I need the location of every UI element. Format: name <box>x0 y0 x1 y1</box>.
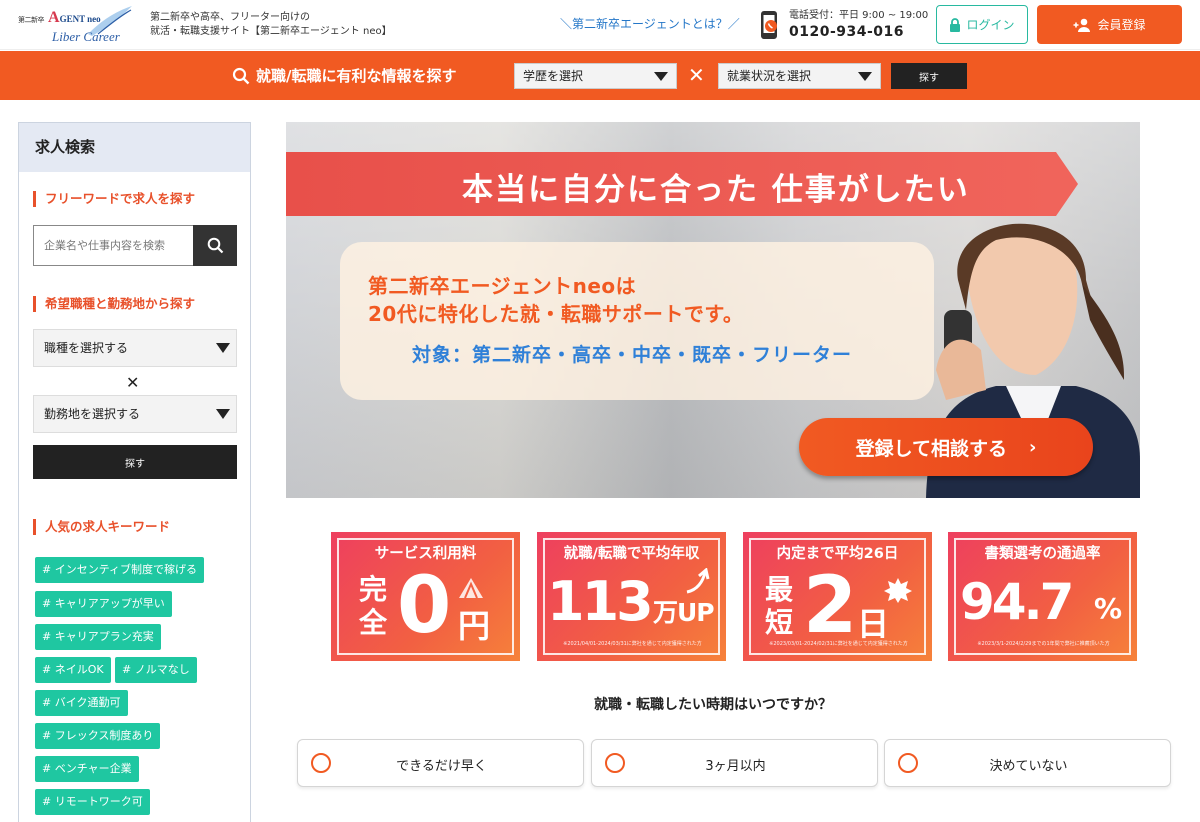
chevron-right-icon: › <box>1029 436 1037 458</box>
timing-option-undecided[interactable]: 決めていない <box>884 739 1171 787</box>
stat-unit: % <box>1094 592 1123 625</box>
stat-free-service: サービス利用料 完 全 0 円 <box>331 532 520 661</box>
chevron-down-icon <box>654 72 668 81</box>
register-consult-button[interactable]: 登録して相談する › <box>799 418 1093 476</box>
lock-icon <box>950 17 961 32</box>
keyword-tag[interactable]: # リモートワーク可 <box>35 789 150 815</box>
stat-value: 2 <box>803 561 858 651</box>
add-user-icon <box>1073 18 1091 32</box>
keyword-search-button[interactable] <box>193 225 237 266</box>
stat-heading: 就職/転職で平均年収 <box>563 546 700 562</box>
popular-keywords-heading: 人気の求人キーワード <box>33 519 170 535</box>
option-label: 決めていない <box>989 759 1068 774</box>
stat-value: 113 <box>547 570 654 633</box>
job-type-select[interactable]: 職種を選択する <box>33 329 237 367</box>
job-location-heading: 希望職種と勤務地から探す <box>33 296 195 312</box>
login-label: ログイン <box>966 18 1015 32</box>
burst-icon <box>884 578 912 603</box>
hero-line-1: 第二新卒エージェントneoは <box>368 274 637 298</box>
cta-label: 登録して相談する <box>855 437 1007 460</box>
stat-pass-rate: 書類選考の通過率 94.7 % ※2023/3/1-2024/2/29までの1年… <box>948 532 1137 661</box>
hero-message-card: 第二新卒エージェントneoは 20代に特化した就・転職サポートです。 対象：第二… <box>340 242 934 400</box>
phone-icon <box>761 11 777 39</box>
stat-big-2: 短 <box>765 606 794 639</box>
stat-heading: サービス利用料 <box>374 546 477 562</box>
freeword-heading: フリーワードで求人を探す <box>33 191 195 207</box>
option-label: できるだけ早く <box>396 759 487 774</box>
stat-value: 94.7 <box>960 573 1074 631</box>
keyword-tag[interactable]: # ネイルOK <box>35 657 111 683</box>
arrow-up-icon <box>686 568 710 594</box>
stat-heading: 書類選考の通過率 <box>984 546 1101 562</box>
stat-big-2: 全 <box>359 606 388 639</box>
stat-value: 0 <box>397 561 452 651</box>
hero-banner: 本当に自分に合った 仕事がしたい 第二新卒エージェントneoは 20代に特化した… <box>286 122 1140 498</box>
logo-small-text: 第二新卒 <box>18 16 45 24</box>
keyword-tag[interactable]: # フレックス制度あり <box>35 723 161 749</box>
info-search-bar: 就職/転職に有利な情報を探す 学歴を選択 ✕ 就業状況を選択 探す <box>0 51 1200 100</box>
hero-line-2: 20代に特化した就・転職サポートです。 <box>368 302 744 326</box>
timing-question: 就職・転職したい時期はいつですか？ <box>594 697 832 713</box>
logo-subtitle: Liber Career <box>52 29 120 44</box>
stat-note: ※2023/3/1-2024/2/29までの1年間で弊社に推薦頂いた方 <box>977 641 1110 647</box>
site-tagline: 第二新卒や高卒、フリーター向けの 就活・転職支援サイト【第二新卒エージェント n… <box>150 12 392 37</box>
chevron-down-icon <box>216 343 230 353</box>
register-button[interactable]: 会員登録 <box>1037 5 1182 44</box>
keyword-tag[interactable]: # ノルマなし <box>115 657 197 683</box>
stat-unit: 円 <box>458 607 491 645</box>
keyword-tag[interactable]: # ベンチャー企業 <box>35 756 139 782</box>
stat-salary-increase: 就職/転職で平均年収 113 万UP ※2021/04/01-2024/03/3… <box>537 532 726 661</box>
stat-note: ※2023/03/01-2024/02/31に弊社を通じて内定獲得された方 <box>769 641 908 647</box>
tel-hours: 電話受付：平日 9:00 ~ 19:00 <box>789 10 929 21</box>
employment-status-select[interactable]: 就業状況を選択 <box>718 63 881 89</box>
stat-big-1: 最 <box>765 573 794 606</box>
job-search-button[interactable]: 探す <box>33 445 237 479</box>
hero-headline-banner: 本当に自分に合った 仕事がしたい <box>286 152 1078 216</box>
keyword-search-input[interactable]: 企業名や仕事内容を検索 <box>33 225 193 266</box>
job-search-sidebar: 求人検索 フリーワードで求人を探す 企業名や仕事内容を検索 希望職種と勤務地から… <box>18 122 251 822</box>
login-button[interactable]: ログイン <box>936 5 1028 44</box>
register-label: 会員登録 <box>1097 18 1146 32</box>
stat-heading: 内定まで平均26日 <box>776 546 899 562</box>
timing-option-asap[interactable]: できるだけ早く <box>297 739 584 787</box>
times-icon: ✕ <box>688 63 705 87</box>
times-icon: ✕ <box>126 373 140 392</box>
keyword-tag[interactable]: # キャリアアップが早い <box>35 591 172 617</box>
hero-headline: 本当に自分に合った 仕事がしたい <box>462 172 970 208</box>
site-logo[interactable]: 第二新卒 AGENT neo Liber Career <box>12 4 137 46</box>
option-label: 3ヶ月以内 <box>705 759 766 774</box>
stat-big-1: 完 <box>359 573 388 606</box>
tel-info: 電話受付：平日 9:00 ~ 19:00 0120-934-016 <box>789 9 928 42</box>
info-search-title: 就職/転職に有利な情報を探す <box>232 65 456 86</box>
sparkle-icon <box>459 578 483 599</box>
about-link[interactable]: ＼第二新卒エージェントとは？／ <box>560 15 740 32</box>
keyword-tag[interactable]: # キャリアプラン充実 <box>35 624 161 650</box>
location-select[interactable]: 勤務地を選択する <box>33 395 237 433</box>
search-icon <box>232 67 250 84</box>
stat-days-to-offer: 内定まで平均26日 最 短 2 日 ※2023/03/01-2024/02/31… <box>743 532 932 661</box>
sidebar-title: 求人検索 <box>19 123 250 172</box>
keyword-tag[interactable]: # インセンティブ制度で稼げる <box>35 557 205 583</box>
stat-note: ※2021/04/01-2024/03/31に弊社を通じて内定獲得された方 <box>563 641 702 647</box>
keyword-tag[interactable]: # バイク通勤可 <box>35 690 128 716</box>
logo-agent-text: AGENT neo <box>48 9 101 26</box>
site-header: 第二新卒 AGENT neo Liber Career 第二新卒や高卒、フリータ… <box>0 0 1200 50</box>
stat-unit: 日 <box>857 605 890 643</box>
search-icon <box>207 237 223 254</box>
hero-target-line: 対象：第二新卒・高卒・中卒・既卒・フリーター <box>412 344 853 366</box>
chevron-down-icon <box>858 72 872 81</box>
info-search-button[interactable]: 探す <box>891 63 967 89</box>
education-select[interactable]: 学歴を選択 <box>514 63 677 89</box>
timing-option-3months[interactable]: 3ヶ月以内 <box>591 739 878 787</box>
chevron-down-icon <box>216 409 230 419</box>
tel-number[interactable]: 0120-934-016 <box>789 22 928 42</box>
stat-unit: 万UP <box>653 598 715 627</box>
